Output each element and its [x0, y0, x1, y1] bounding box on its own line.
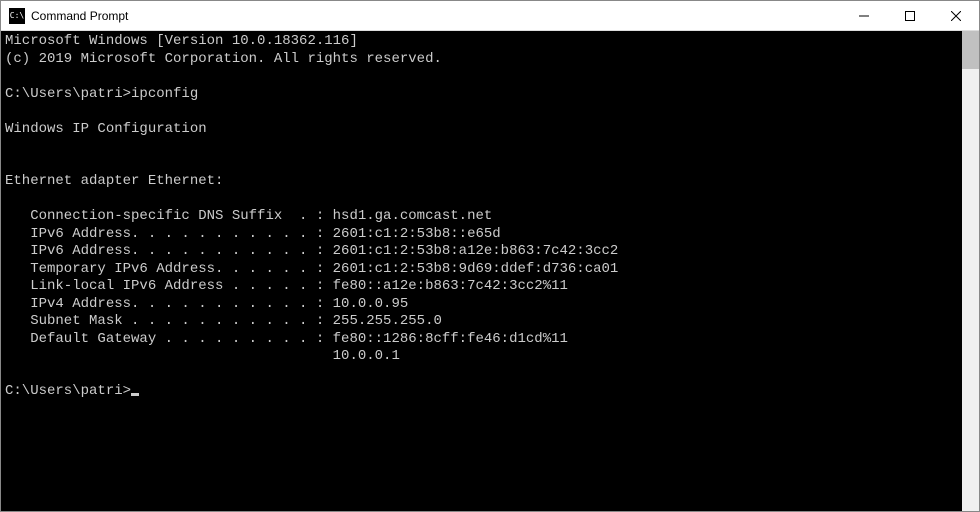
blank-line: [5, 68, 958, 86]
default-gateway-line: Default Gateway . . . . . . . . . : fe80…: [5, 331, 958, 349]
scrollbar-thumb[interactable]: [962, 31, 979, 69]
ipv4-address-line: IPv4 Address. . . . . . . . . . . : 10.0…: [5, 296, 958, 314]
prompt-line: C:\Users\patri>: [5, 383, 958, 401]
cursor-icon: [131, 393, 139, 396]
terminal-output[interactable]: Microsoft Windows [Version 10.0.18362.11…: [1, 31, 962, 511]
copyright-line: (c) 2019 Microsoft Corporation. All righ…: [5, 51, 958, 69]
minimize-button[interactable]: [841, 1, 887, 30]
blank-line: [5, 103, 958, 121]
command-prompt-window: C:\ Command Prompt Microsoft Windows [Ve…: [0, 0, 980, 512]
blank-line: [5, 366, 958, 384]
default-gateway-line-2: 10.0.0.1: [5, 348, 958, 366]
prompt-command-line: C:\Users\patri>ipconfig: [5, 86, 958, 104]
ipv6-address-line: IPv6 Address. . . . . . . . . . . : 2601…: [5, 226, 958, 244]
vertical-scrollbar[interactable]: [962, 31, 979, 511]
command-prompt-icon: C:\: [9, 8, 25, 24]
blank-line: [5, 138, 958, 156]
window-controls: [841, 1, 979, 30]
titlebar[interactable]: C:\ Command Prompt: [1, 1, 979, 31]
os-version-line: Microsoft Windows [Version 10.0.18362.11…: [5, 33, 958, 51]
window-title: Command Prompt: [31, 9, 841, 23]
prompt-text: C:\Users\patri>: [5, 383, 131, 399]
ipv6-address-line: IPv6 Address. . . . . . . . . . . : 2601…: [5, 243, 958, 261]
maximize-button[interactable]: [887, 1, 933, 30]
terminal-area: Microsoft Windows [Version 10.0.18362.11…: [1, 31, 979, 511]
adapter-heading: Ethernet adapter Ethernet:: [5, 173, 958, 191]
temp-ipv6-line: Temporary IPv6 Address. . . . . . : 2601…: [5, 261, 958, 279]
dns-suffix-line: Connection-specific DNS Suffix . : hsd1.…: [5, 208, 958, 226]
subnet-mask-line: Subnet Mask . . . . . . . . . . . : 255.…: [5, 313, 958, 331]
ip-config-heading: Windows IP Configuration: [5, 121, 958, 139]
blank-line: [5, 191, 958, 209]
link-local-ipv6-line: Link-local IPv6 Address . . . . . : fe80…: [5, 278, 958, 296]
close-button[interactable]: [933, 1, 979, 30]
blank-line: [5, 156, 958, 174]
